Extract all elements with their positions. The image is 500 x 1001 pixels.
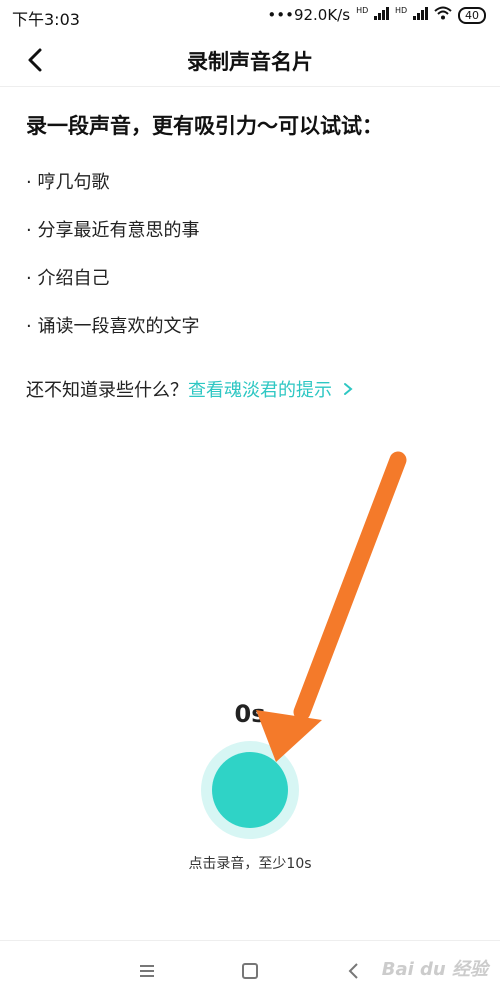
hd-label: HD — [356, 6, 369, 15]
suggestion-list: · 哼几句歌 · 分享最近有意思的事 · 介绍自己 · 诵读一段喜欢的文字 — [26, 168, 199, 360]
hint-link-label: 查看魂淡君的提示 — [188, 380, 332, 401]
header: 录制声音名片 — [0, 34, 500, 87]
wifi-icon — [434, 6, 452, 24]
signal-icon: HD — [395, 6, 428, 24]
home-button[interactable] — [238, 959, 262, 983]
watermark: Bai du 经验 — [381, 959, 488, 980]
record-hint: 点击录音，至少10s — [188, 856, 312, 872]
annotation-arrow — [256, 451, 407, 762]
suggestion-item: · 介绍自己 — [26, 268, 110, 289]
menu-button[interactable] — [135, 959, 159, 983]
status-bar: 下午3:03 •••92.0K/s HD HD 40 — [0, 0, 500, 34]
system-back-button[interactable] — [342, 959, 366, 983]
page-title: 录制声音名片 — [187, 50, 313, 74]
status-icons: •••92.0K/s HD HD 40 — [267, 6, 486, 24]
battery-icon: 40 — [458, 6, 486, 24]
network-speed: •••92.0K/s — [267, 6, 351, 24]
status-time: 下午3:03 — [12, 10, 80, 29]
hint-link[interactable]: 查看魂淡君的提示 — [188, 380, 354, 401]
suggestion-item: · 哼几句歌 — [26, 172, 110, 193]
hd-label: HD — [395, 6, 408, 15]
hint-question: 还不知道录些什么？ — [26, 380, 188, 401]
home-icon — [242, 963, 258, 979]
record-button[interactable] — [201, 741, 299, 839]
back-icon — [348, 963, 358, 979]
menu-icon — [140, 965, 154, 977]
hint-row: 还不知道录些什么？查看魂淡君的提示 — [26, 376, 354, 402]
record-button-core — [212, 752, 288, 828]
chevron-right-icon — [343, 383, 353, 395]
suggestion-item: · 诵读一段喜欢的文字 — [26, 316, 200, 337]
content-heading: 录一段声音，更有吸引力～可以试试： — [26, 114, 383, 138]
suggestion-item: · 分享最近有意思的事 — [26, 220, 200, 241]
signal-icon: HD — [356, 6, 390, 24]
recording-timer: 0s — [234, 700, 266, 728]
